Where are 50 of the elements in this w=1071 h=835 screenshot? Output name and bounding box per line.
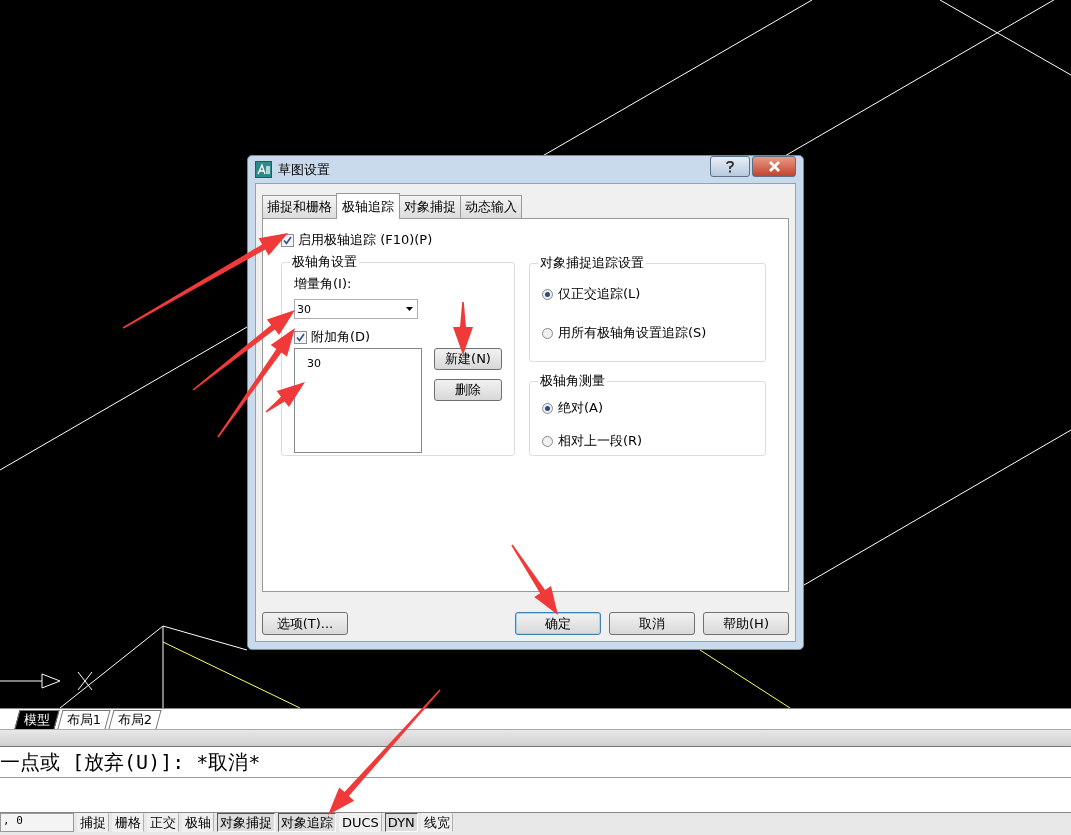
dialog-button[interactable]: 选项(T)... — [262, 612, 348, 635]
app-icon — [255, 161, 272, 178]
checkbox[interactable] — [294, 330, 307, 344]
tab[interactable]: 极轴追踪 — [336, 193, 400, 219]
group-title: 极轴角测量 — [539, 372, 606, 390]
tab[interactable]: 动态输入 — [460, 195, 522, 218]
radio-label: 相对上一段(R) — [558, 432, 643, 450]
tab[interactable]: 捕捉和栅格 — [262, 195, 337, 218]
status-toggle[interactable]: 线宽 — [420, 813, 453, 832]
status-toggle[interactable]: DYN — [384, 813, 418, 832]
arrow — [511, 544, 558, 615]
close-button[interactable] — [752, 156, 796, 177]
radio-button[interactable] — [542, 288, 553, 300]
angle-list[interactable]: 30 — [294, 348, 422, 453]
help-icon — [726, 160, 734, 173]
layout-tab[interactable]: 模型 — [14, 710, 60, 729]
status-toggle[interactable]: 正交 — [147, 813, 179, 832]
status-toggle[interactable]: 栅格 — [112, 813, 144, 832]
increment-dropdown[interactable]: 30 — [294, 299, 418, 319]
dialog-button[interactable]: 确定 — [515, 612, 601, 635]
radio-button[interactable] — [542, 327, 553, 339]
close-icon — [768, 161, 780, 172]
status-toggle[interactable]: 极轴 — [182, 813, 214, 832]
checkbox-label: 启用极轴追踪 (F10)(P) — [298, 231, 433, 249]
group-title: 对象捕捉追踪设置 — [539, 254, 645, 272]
command-line: 一点或 [放弃(U)]: *取消* — [0, 749, 261, 776]
list-item[interactable]: 30 — [307, 357, 409, 370]
list-button[interactable]: 删除 — [434, 379, 502, 401]
radio-label: 绝对(A) — [558, 399, 604, 417]
layout-tab[interactable]: 布局1 — [57, 710, 111, 729]
checkbox-label: 附加角(D) — [311, 328, 371, 346]
status-toggle[interactable]: DUCS — [339, 813, 382, 832]
dialog-button[interactable]: 取消 — [609, 612, 695, 635]
window-title: 草图设置 — [278, 160, 330, 179]
caret-icon — [406, 307, 413, 311]
tab[interactable]: 对象捕捉 — [399, 195, 461, 218]
coordinates: , 0 — [0, 813, 74, 832]
group-title: 极轴角设置 — [291, 253, 358, 271]
layout-tab[interactable]: 布局2 — [108, 710, 163, 729]
help-button[interactable] — [710, 156, 750, 177]
radio-label: 仅正交追踪(L) — [558, 285, 641, 303]
dialog-button[interactable]: 帮助(H) — [703, 612, 789, 635]
radio-label: 用所有极轴角设置追踪(S) — [558, 324, 707, 342]
status-toggle[interactable]: 对象追踪 — [278, 813, 336, 832]
list-button[interactable]: 新建(N) — [434, 348, 502, 370]
radio-button[interactable] — [542, 435, 553, 447]
field-label: 增量角(I): — [294, 275, 353, 293]
radio-button[interactable] — [542, 402, 553, 414]
status-toggle[interactable]: 对象捕捉 — [217, 813, 275, 832]
status-toggle[interactable]: 捕捉 — [77, 813, 109, 832]
